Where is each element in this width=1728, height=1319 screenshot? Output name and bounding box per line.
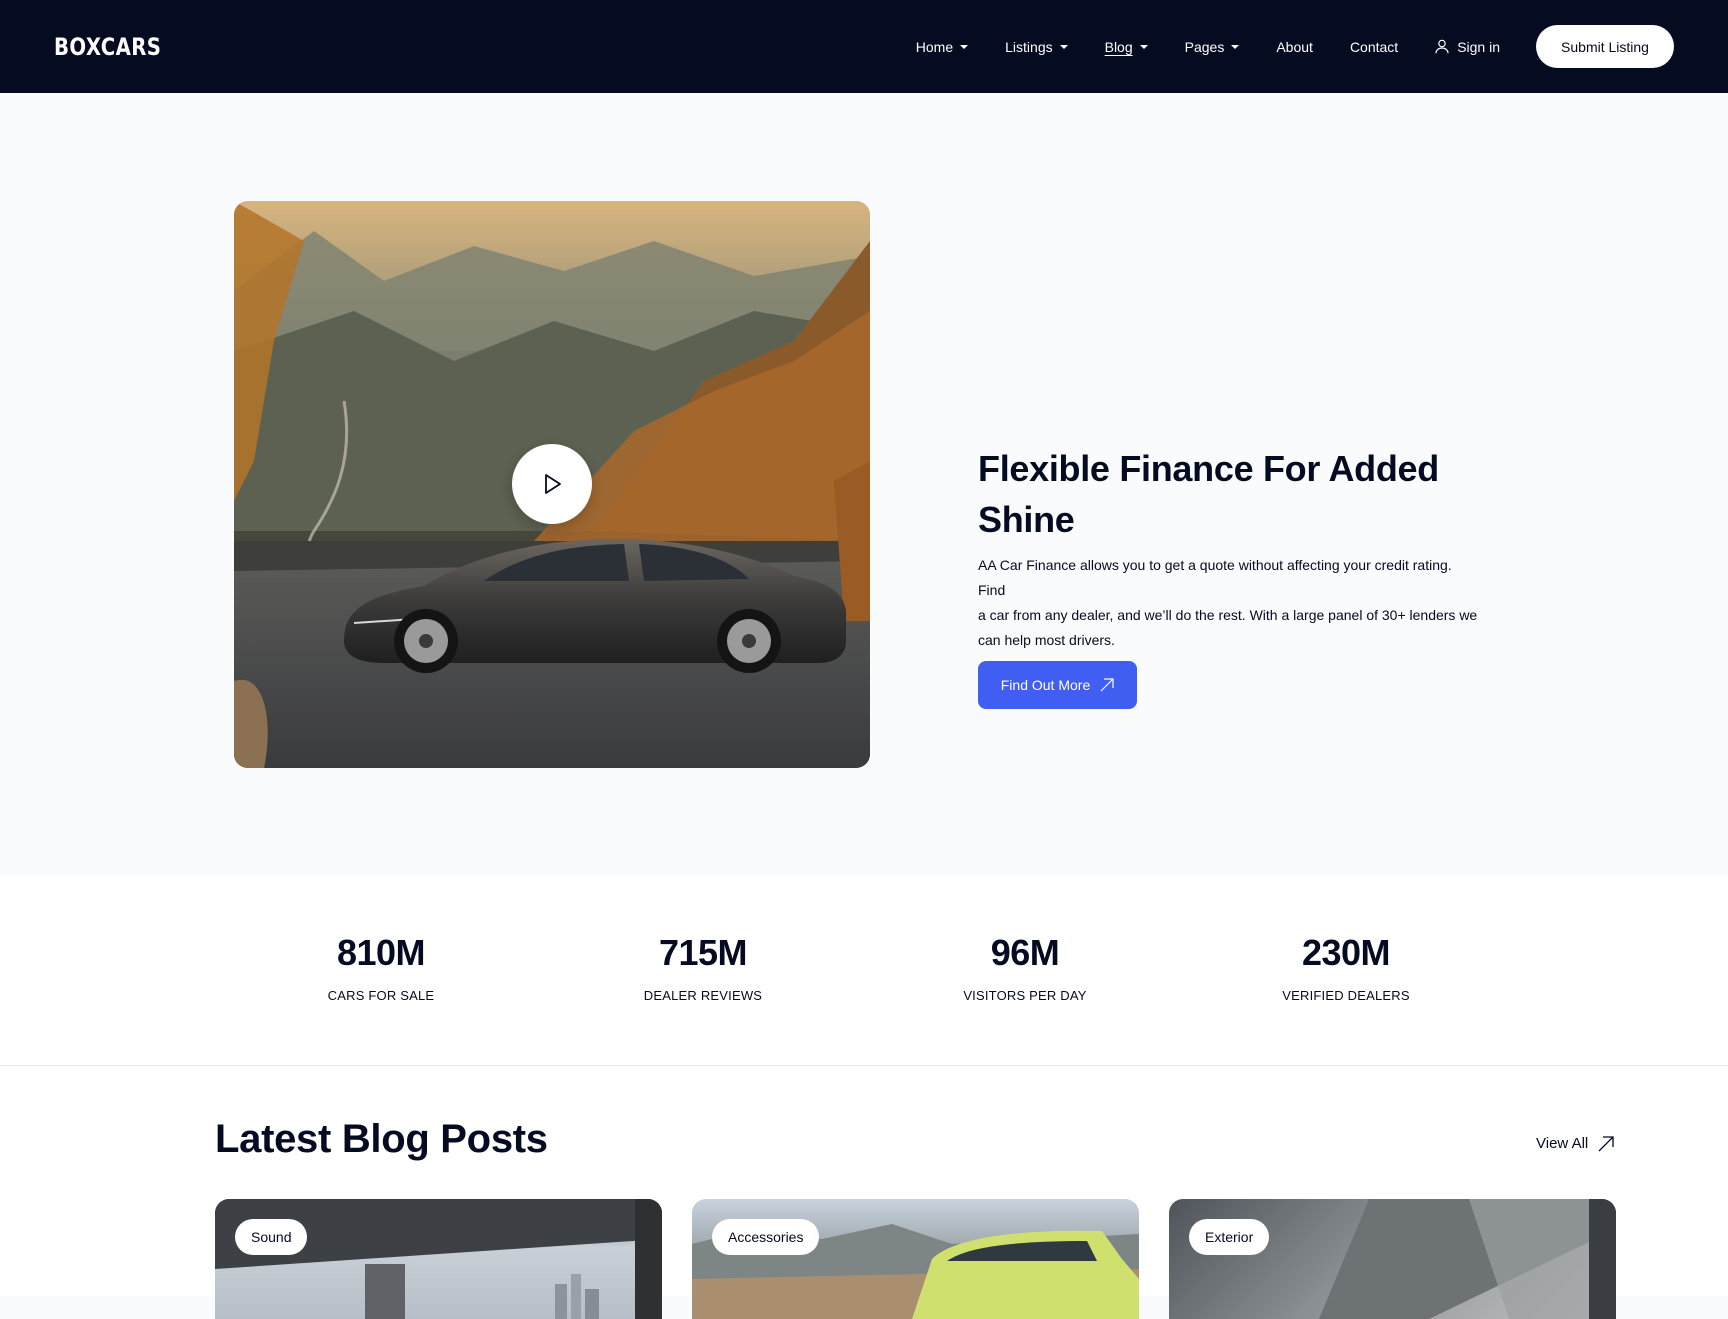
sign-in-label: Sign in bbox=[1457, 38, 1500, 55]
finance-title-line: Flexible Finance For Added bbox=[978, 448, 1439, 489]
finance-content: Flexible Finance For Added Shine AA Car … bbox=[978, 443, 1498, 709]
stats-section: 810M CARS FOR SALE 715M DEALER REVIEWS 9… bbox=[0, 876, 1728, 1066]
category-badge[interactable]: Accessories bbox=[712, 1219, 820, 1255]
caret-down-icon bbox=[960, 44, 969, 49]
user-icon bbox=[1435, 39, 1449, 54]
caret-down-icon bbox=[1059, 44, 1068, 49]
nav-label: Blog bbox=[1104, 38, 1133, 55]
stat-value: 96M bbox=[990, 932, 1060, 973]
finance-title: Flexible Finance For Added Shine bbox=[978, 443, 1498, 545]
stat-value: 810M bbox=[336, 932, 426, 973]
nav-item-about[interactable]: About bbox=[1276, 39, 1313, 55]
view-all-link[interactable]: View All bbox=[1536, 1135, 1614, 1152]
nav-item-home[interactable]: Home bbox=[915, 38, 969, 55]
sign-in-link[interactable]: Sign in bbox=[1435, 39, 1500, 55]
nav-item-contact[interactable]: Contact bbox=[1350, 39, 1398, 55]
caret-down-icon bbox=[1139, 44, 1148, 49]
play-icon bbox=[545, 474, 561, 494]
find-out-more-label: Find Out More bbox=[1000, 677, 1091, 693]
blog-card[interactable]: Sound bbox=[215, 1199, 662, 1319]
nav-label: About bbox=[1276, 38, 1313, 55]
concrete-architecture-image bbox=[1319, 1199, 1616, 1319]
blog-card[interactable]: Accessories bbox=[692, 1199, 1139, 1319]
stat-label: VISITORS PER DAY bbox=[963, 988, 1087, 1003]
nav-label: Listings bbox=[1005, 38, 1053, 55]
view-all-label: View All bbox=[1536, 1135, 1589, 1152]
nav-label: Home bbox=[915, 38, 954, 55]
description-line: Find bbox=[978, 582, 1006, 598]
stat-label: CARS FOR SALE bbox=[327, 988, 435, 1003]
stat-label: VERIFIED DEALERS bbox=[1282, 988, 1410, 1003]
car-landscape-image bbox=[692, 1224, 1139, 1319]
finance-title-line: Shine bbox=[978, 499, 1075, 540]
description-line: can help most drivers. bbox=[978, 632, 1115, 648]
submit-listing-button[interactable]: Submit Listing bbox=[1536, 25, 1674, 68]
nav-label: Contact bbox=[1349, 38, 1399, 55]
nav-item-blog[interactable]: Blog bbox=[1105, 39, 1148, 55]
stat-visitors-per-day: 96M VISITORS PER DAY bbox=[905, 932, 1145, 1003]
blog-section-title: Latest Blog Posts bbox=[215, 1117, 548, 1161]
stat-cars-for-sale: 810M CARS FOR SALE bbox=[261, 932, 501, 1003]
nav-item-pages[interactable]: Pages bbox=[1185, 39, 1240, 55]
arrow-up-right-icon bbox=[1100, 678, 1114, 692]
nav-label: Pages bbox=[1184, 38, 1225, 55]
stat-verified-dealers: 230M VERIFIED DEALERS bbox=[1226, 932, 1466, 1003]
nav-item-listings[interactable]: Listings bbox=[1005, 38, 1068, 55]
description-line: AA Car Finance allows you to get a quote… bbox=[978, 557, 1452, 573]
description-line: a car from any dealer, and we’ll do the … bbox=[978, 607, 1478, 623]
stat-label: DEALER REVIEWS bbox=[643, 988, 763, 1003]
category-badge[interactable]: Exterior bbox=[1189, 1219, 1270, 1255]
category-badge[interactable]: Sound bbox=[235, 1219, 308, 1255]
play-video-button[interactable] bbox=[512, 444, 592, 524]
site-header: BOXCARS Home Listings Blog Pages About C… bbox=[0, 0, 1728, 93]
stat-dealer-reviews: 715M DEALER REVIEWS bbox=[583, 932, 823, 1003]
finance-description: AA Car Finance allows you to get a quote… bbox=[978, 553, 1498, 653]
stat-value: 230M bbox=[1301, 932, 1391, 973]
blog-card[interactable]: Exterior bbox=[1169, 1199, 1616, 1319]
site-logo[interactable]: BOXCARS bbox=[54, 33, 161, 61]
bridge-city-image bbox=[215, 1199, 662, 1319]
blog-section: Latest Blog Posts View All Sound Accesso… bbox=[0, 1066, 1728, 1319]
caret-down-icon bbox=[1231, 44, 1240, 49]
find-out-more-button[interactable]: Find Out More bbox=[978, 661, 1137, 709]
finance-section: Flexible Finance For Added Shine AA Car … bbox=[0, 93, 1728, 876]
main-nav: Home Listings Blog Pages About Contact S… bbox=[879, 25, 1674, 68]
stat-value: 715M bbox=[658, 932, 748, 973]
car-video-thumbnail[interactable] bbox=[234, 201, 870, 768]
arrow-up-right-icon bbox=[1598, 1135, 1614, 1151]
